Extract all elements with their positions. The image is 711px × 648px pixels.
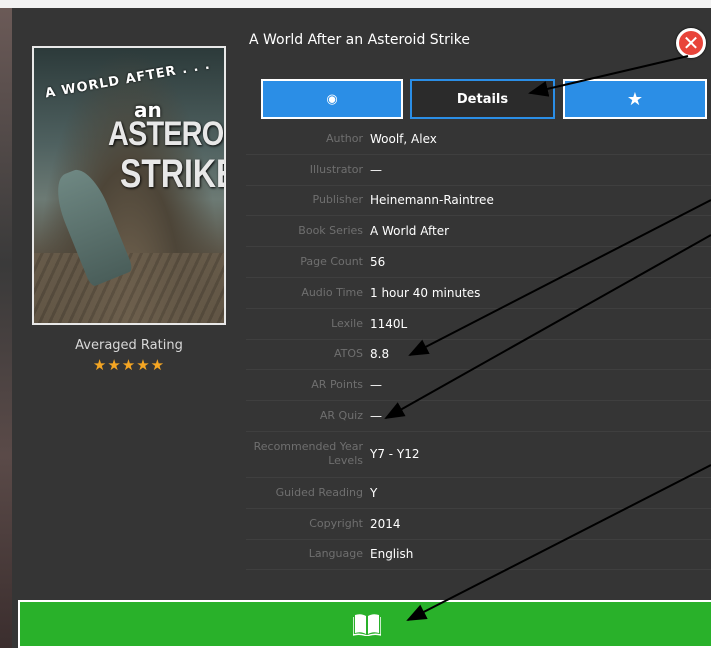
detail-value: Y7 - Y12 [370,447,420,462]
detail-row-page-count: Page Count 56 [246,247,711,278]
detail-value: 56 [370,255,386,270]
detail-value: 1 hour 40 minutes [370,285,481,300]
tab-details[interactable]: Details [410,79,555,119]
detail-row-illustrator: Illustrator — [246,155,711,186]
detail-value: A World After [370,224,450,239]
read-book-button[interactable] [18,600,711,648]
detail-key: Guided Reading [275,485,363,499]
detail-row-ar-quiz: AR Quiz — [246,401,711,432]
star-icon: ★ [626,88,644,110]
detail-key: AR Quiz [319,409,363,423]
detail-row-atos: ATOS 8.8 [246,340,711,371]
detail-value: Heinemann-Raintree [370,193,494,208]
detail-row-year-levels: Recommended Year Levels Y7 - Y12 [246,432,711,478]
detail-value: 2014 [370,516,401,531]
detail-row-language: Language English [246,540,711,571]
tab-details-label: Details [456,91,509,107]
detail-key: Publisher [312,193,364,207]
detail-value: — [370,378,382,393]
rating-stars: ★★★★★ [92,356,166,374]
detail-key: Author [325,131,363,145]
detail-value: — [370,162,382,177]
detail-row-ar-points: AR Points — [246,370,711,402]
cover-text-line3: ASTEROID [108,115,224,153]
detail-key: ATOS [333,347,363,361]
detail-value: Woolf, Alex [370,131,437,146]
detail-value: Y [370,485,378,500]
detail-row-audio-time: Audio Time 1 hour 40 minutes [246,278,711,309]
detail-row-copyright: Copyright 2014 [246,509,711,540]
detail-key: Lexile [331,316,363,330]
top-strip [0,0,711,8]
open-book-icon [353,614,381,636]
detail-key: Page Count [300,255,363,269]
tab-favorite[interactable]: ★ [563,79,707,119]
close-icon[interactable]: ✕ [676,28,706,58]
detail-key: AR Points [311,378,363,392]
eye-icon: ◉ [326,91,338,107]
detail-key: Illustrator [309,162,363,176]
book-cover-image: A WORLD AFTER . . . an ASTEROID STRIKE [32,46,226,325]
detail-row-publisher: Publisher Heinemann-Raintree [246,186,711,217]
background-edge [0,8,12,648]
detail-value: — [370,409,382,424]
detail-key: Language [308,547,363,561]
detail-value: 8.8 [370,347,390,362]
detail-key: Audio Time [301,285,363,299]
tab-view[interactable]: ◉ [261,79,403,119]
detail-key: Recommended Year Levels [253,440,363,468]
detail-row-author: Author Woolf, Alex [246,124,711,155]
averaged-rating-label: Averaged Rating [75,338,183,353]
detail-row-guided-reading: Guided Reading Y [246,478,711,509]
book-title: A World After an Asteroid Strike [249,32,471,48]
detail-row-lexile: Lexile 1140L [246,309,711,340]
cover-text-line1: A WORLD AFTER . . . [43,57,212,102]
detail-key: Book Series [298,224,363,238]
detail-value: 1140L [370,316,408,331]
details-table: Author Woolf, Alex Illustrator — Publisher… [246,124,711,571]
cover-text-line4: STRIKE [120,152,226,196]
detail-value: English [370,547,414,562]
detail-key: Copyright [309,516,363,530]
detail-row-book-series: Book Series A World After [246,216,711,248]
